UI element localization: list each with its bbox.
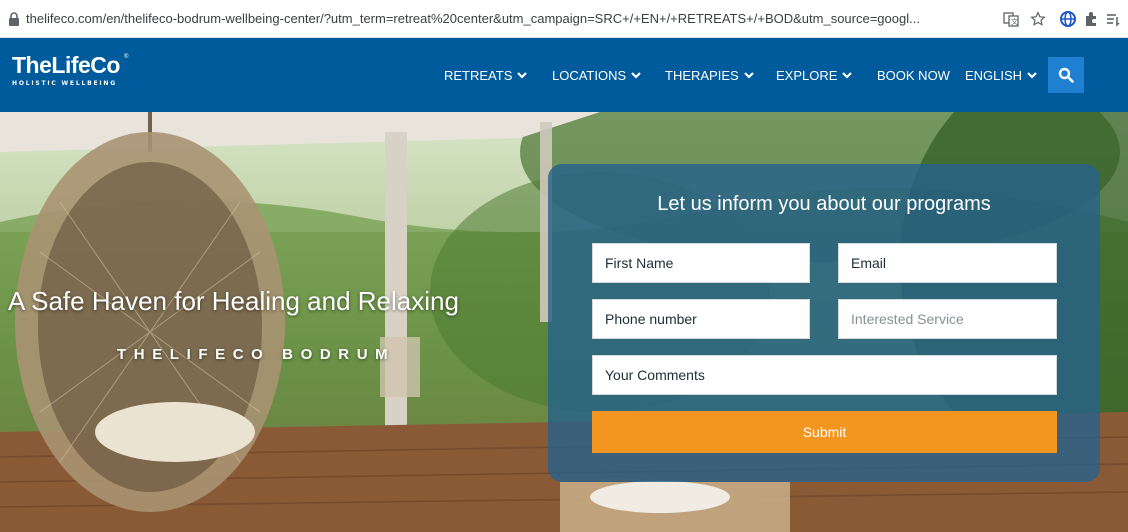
chevron-down-icon [743, 72, 754, 79]
hero-banner: A Safe Haven for Healing and Relaxing TH… [0, 112, 1128, 532]
url-text[interactable]: thelifeco.com/en/thelifeco-bodrum-wellbe… [26, 11, 971, 26]
chevron-down-icon [1027, 72, 1037, 79]
form-title: Let us inform you about our programs [657, 193, 991, 215]
logo-tagline: HOLISTIC WELLBEING [12, 80, 117, 87]
hero-title: A Safe Haven for Healing and Relaxing [8, 286, 459, 316]
nav-therapies[interactable]: THERAPIES [665, 68, 754, 83]
nav-language-label: ENGLISH [965, 68, 1023, 83]
logo[interactable]: TheLifeCo HOLISTIC WELLBEING ® [12, 52, 128, 87]
star-icon[interactable] [1028, 9, 1048, 29]
search-button[interactable] [1048, 57, 1084, 93]
nav-retreats[interactable]: RETREATS [444, 68, 528, 83]
browser-address-bar[interactable]: thelifeco.com/en/thelifeco-bodrum-wellbe… [0, 0, 1128, 38]
extensions-icon[interactable] [1081, 9, 1101, 29]
reading-list-icon[interactable] [1103, 9, 1123, 29]
hero-subtitle: THELIFECO BODRUM [117, 346, 396, 363]
interested-service-select[interactable]: Interested Service [838, 299, 1057, 339]
nav-book-now[interactable]: BOOK NOW [877, 68, 950, 83]
contact-form: Let us inform you about our programs Fir… [548, 164, 1100, 482]
nav-language[interactable]: ENGLISH [965, 68, 1037, 83]
logo-name: TheLifeCo [12, 52, 120, 78]
nav-book-now-label: BOOK NOW [877, 68, 950, 83]
translate-icon[interactable]: 文 [1001, 9, 1021, 29]
nav-explore-label: EXPLORE [776, 68, 838, 83]
nav-therapies-label: THERAPIES [665, 68, 739, 83]
lock-icon [9, 12, 19, 26]
nav-retreats-label: RETREATS [444, 68, 513, 83]
chevron-down-icon [842, 72, 853, 79]
search-icon [1058, 67, 1074, 83]
nav-explore[interactable]: EXPLORE [776, 68, 853, 83]
email-field[interactable]: Email [838, 243, 1057, 283]
nav-locations[interactable]: LOCATIONS [552, 68, 641, 83]
chevron-down-icon [517, 72, 528, 79]
submit-button[interactable]: Submit [592, 411, 1057, 453]
site-header: TheLifeCo HOLISTIC WELLBEING ® RETREATS … [0, 38, 1128, 112]
profile-icon[interactable] [1058, 9, 1078, 29]
registered-mark: ® [124, 54, 129, 60]
nav-locations-label: LOCATIONS [552, 68, 627, 83]
first-name-field[interactable]: First Name [592, 243, 810, 283]
comments-field[interactable]: Your Comments [592, 355, 1057, 395]
chevron-down-icon [631, 72, 641, 79]
phone-field[interactable]: Phone number [592, 299, 810, 339]
svg-text:文: 文 [1011, 17, 1018, 26]
